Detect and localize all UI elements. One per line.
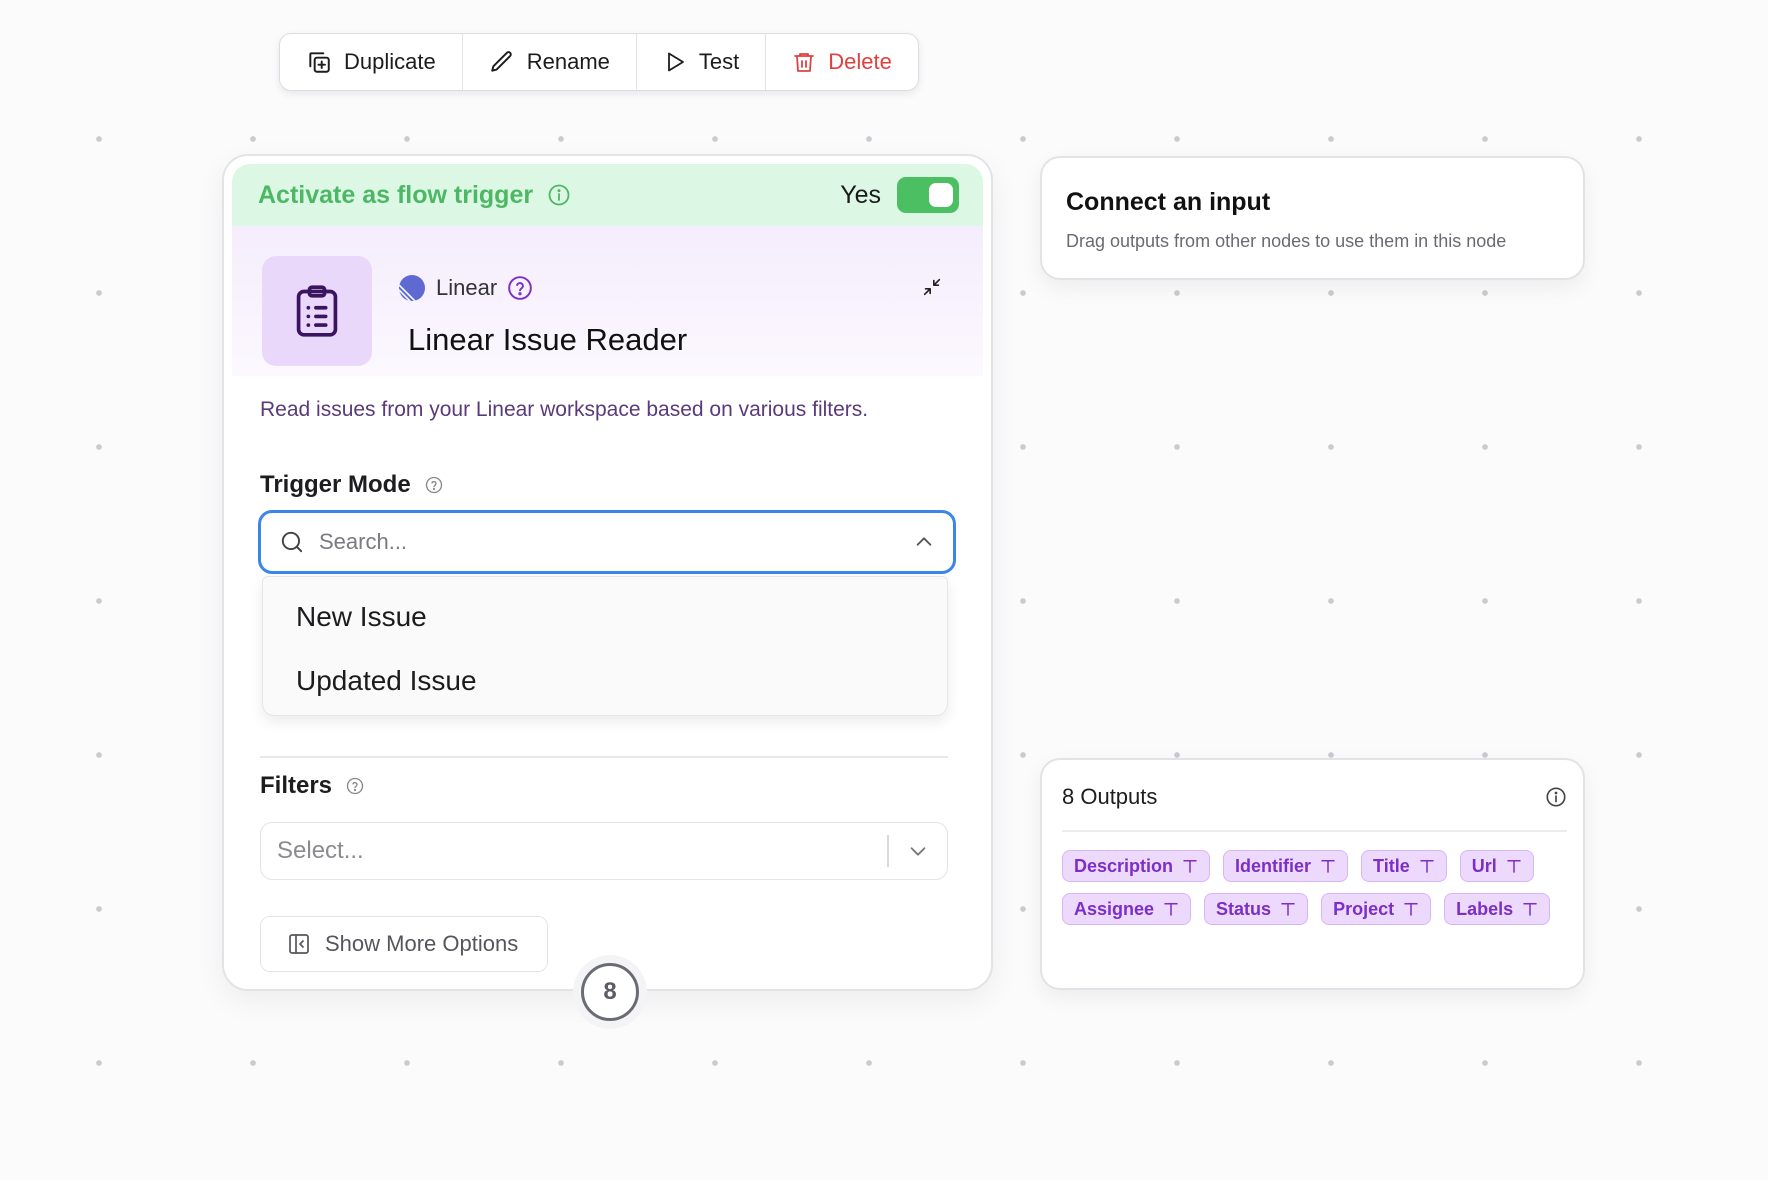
filters-label-text: Filters (260, 772, 333, 799)
node-card: Activate as flow trigger Yes Linear Line… (222, 154, 993, 1021)
toggle-knob (929, 183, 953, 207)
outputs-tag-list: Description Identifier Title Url Assigne… (1062, 850, 1572, 925)
output-tag-label: Description (1074, 855, 1174, 876)
delete-label: Delete (828, 49, 892, 74)
duplicate-icon (306, 49, 332, 75)
chevron-up-icon[interactable] (913, 531, 935, 553)
text-type-icon (1181, 857, 1199, 875)
trigger-value: Yes (840, 180, 881, 209)
trigger-mode-label: Trigger Mode (260, 471, 443, 499)
test-label: Test (698, 49, 740, 74)
output-tag-label: Identifier (1235, 855, 1312, 876)
connect-subtitle: Drag outputs from other nodes to use the… (1066, 231, 1507, 251)
dropdown-option-updated-issue[interactable]: Updated Issue (263, 649, 947, 713)
node-toolbar: Duplicate Rename Test Delete (279, 33, 919, 91)
trigger-mode-dropdown: New Issue Updated Issue (262, 576, 948, 716)
show-more-options-button[interactable]: Show More Options (260, 916, 548, 972)
output-tag[interactable]: Labels (1444, 893, 1551, 925)
help-icon[interactable] (507, 275, 533, 301)
rename-label: Rename (526, 49, 610, 74)
output-count-badge[interactable]: 8 (581, 963, 639, 1021)
node-header: Linear Linear Issue Reader (232, 226, 983, 376)
node-description: Read issues from your Linear workspace b… (260, 398, 869, 421)
output-tag[interactable]: Assignee (1062, 893, 1192, 925)
output-tag-label: Labels (1456, 898, 1514, 919)
output-tag[interactable]: Status (1204, 893, 1309, 925)
provider-info: Linear (398, 274, 533, 302)
text-type-icon (1402, 900, 1420, 918)
text-type-icon (1418, 857, 1436, 875)
trigger-mode-search[interactable] (258, 510, 956, 574)
trigger-toggle[interactable] (897, 177, 959, 213)
filters-placeholder: Select... (277, 837, 364, 864)
connect-title: Connect an input (1066, 188, 1271, 216)
test-button[interactable]: Test (637, 34, 767, 90)
output-tag-label: Status (1216, 898, 1272, 919)
outputs-header: 8 Outputs (1062, 784, 1567, 810)
output-tag-label: Assignee (1074, 898, 1155, 919)
text-type-icon (1279, 900, 1297, 918)
info-icon[interactable] (1545, 786, 1567, 808)
output-tag-label: Url (1471, 855, 1497, 876)
trigger-mode-label-text: Trigger Mode (260, 471, 411, 498)
play-icon (663, 50, 687, 74)
info-icon[interactable] (547, 183, 571, 207)
trash-icon (792, 49, 816, 75)
show-more-label: Show More Options (325, 931, 519, 956)
collapse-icon[interactable] (921, 276, 943, 298)
flow-trigger-bar: Activate as flow trigger Yes (232, 164, 983, 226)
outputs-card: 8 Outputs Description Identifier Title U… (1040, 758, 1585, 990)
chevron-down-icon[interactable] (889, 840, 947, 862)
connect-input-card: Connect an input Drag outputs from other… (1040, 156, 1585, 280)
output-tag[interactable]: Title (1361, 850, 1447, 882)
search-icon (279, 529, 305, 555)
trigger-label: Activate as flow trigger (258, 180, 534, 209)
trigger-toggle-group: Yes (840, 177, 959, 213)
output-tag-label: Project (1333, 898, 1395, 919)
outputs-title: 8 Outputs (1062, 784, 1158, 809)
filters-select[interactable]: Select... (260, 822, 948, 880)
text-type-icon (1319, 857, 1337, 875)
text-type-icon (1505, 857, 1523, 875)
pencil-icon (489, 49, 515, 75)
text-type-icon (1521, 900, 1539, 918)
output-tag[interactable]: Project (1321, 893, 1432, 925)
rename-button[interactable]: Rename (463, 34, 637, 90)
output-tag[interactable]: Identifier (1223, 850, 1349, 882)
section-divider (260, 756, 948, 758)
search-input[interactable] (319, 529, 913, 555)
linear-logo-icon (398, 274, 426, 302)
sidebar-panel-icon (287, 932, 311, 956)
output-tag[interactable]: Description (1062, 850, 1211, 882)
output-tag-label: Title (1373, 855, 1410, 876)
text-type-icon (1162, 900, 1180, 918)
provider-name: Linear (436, 275, 498, 300)
duplicate-label: Duplicate (344, 49, 436, 74)
node-title: Linear Issue Reader (408, 322, 688, 357)
clipboard-icon (262, 256, 372, 366)
dropdown-option-new-issue[interactable]: New Issue (263, 585, 947, 649)
delete-button[interactable]: Delete (766, 34, 918, 90)
duplicate-button[interactable]: Duplicate (280, 34, 463, 90)
help-icon[interactable] (346, 777, 364, 795)
output-tag[interactable]: Url (1459, 850, 1534, 882)
filters-label: Filters (260, 772, 364, 800)
outputs-divider (1062, 830, 1567, 832)
help-icon[interactable] (425, 476, 443, 494)
